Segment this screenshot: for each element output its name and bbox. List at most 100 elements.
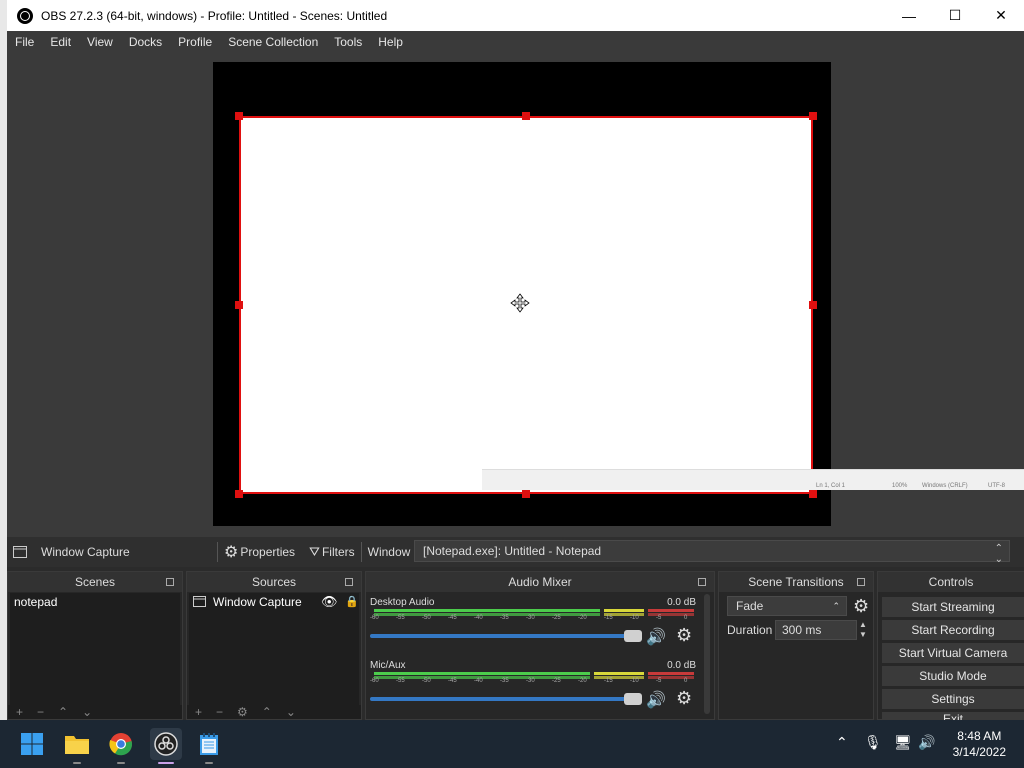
resize-handle-n[interactable] (522, 112, 530, 120)
slider-thumb[interactable] (624, 630, 642, 642)
speaker-icon[interactable]: 🔊 (646, 627, 666, 647)
gear-icon[interactable]: ⚙ (676, 625, 692, 646)
gear-icon[interactable]: ⚙ (676, 688, 692, 709)
gear-icon[interactable]: ⚙ (237, 705, 248, 719)
duration-label: Duration (727, 623, 773, 637)
meter-yellow-bar (594, 672, 644, 675)
scenes-list: notepad (10, 593, 180, 717)
move-up-icon[interactable]: ⌃ (58, 705, 68, 719)
mixer-scrollbar[interactable] (704, 594, 710, 714)
resize-handle-w[interactable] (235, 301, 243, 309)
tick-label: -50 (422, 615, 431, 621)
filters-button[interactable]: ⛛ Filters (309, 544, 355, 560)
start-recording-button[interactable]: Start Recording (882, 620, 1024, 640)
add-icon[interactable]: + (195, 705, 202, 719)
meter-yellow-bar (604, 609, 644, 612)
resize-handle-ne[interactable] (809, 112, 817, 120)
move-down-icon[interactable]: ⌄ (286, 705, 296, 719)
lock-icon[interactable]: 🔒 (345, 593, 359, 611)
add-icon[interactable]: + (16, 705, 23, 719)
window-left-edge (0, 0, 7, 720)
menu-docks[interactable]: Docks (121, 35, 170, 49)
desktop-audio-track: Desktop Audio 0.0 dB -60 -55 -50 -45 -40… (370, 597, 696, 647)
undock-icon[interactable] (345, 578, 353, 586)
scene-transitions-title: Scene Transitions (748, 575, 844, 589)
eye-icon[interactable]: 👁 (321, 593, 338, 611)
chrome-icon[interactable] (107, 730, 135, 758)
taskbar-clock[interactable]: 8:48 AM 3/14/2022 (953, 728, 1006, 760)
transition-select[interactable]: Fade ⌃⌄ (727, 596, 847, 629)
menu-help[interactable]: Help (370, 35, 411, 49)
notepad-status-encoding: UTF-8 (988, 483, 1005, 489)
menu-profile[interactable]: Profile (170, 35, 220, 49)
tick-label: -20 (578, 615, 587, 621)
minimize-button[interactable]: — (886, 0, 932, 31)
windows-start-icon[interactable] (18, 730, 46, 758)
undock-icon[interactable] (857, 578, 865, 586)
studio-mode-button[interactable]: Studio Mode (882, 666, 1024, 686)
duration-input[interactable]: 300 ms (775, 620, 857, 640)
start-virtual-camera-button[interactable]: Start Virtual Camera (882, 643, 1024, 663)
close-button[interactable]: ✕ (978, 0, 1024, 31)
resize-handle-e[interactable] (809, 301, 817, 309)
resize-handle-se[interactable] (809, 490, 817, 498)
window-select-dropdown[interactable]: [Notepad.exe]: Untitled - Notepad ⌃ ⌄ (414, 540, 1010, 565)
list-item[interactable]: Window Capture 👁 🔒 (189, 593, 359, 611)
file-explorer-icon[interactable] (63, 730, 91, 758)
updown-chevron-icon: ⌃⌄ (994, 543, 1003, 565)
menu-tools[interactable]: Tools (326, 35, 370, 49)
tick-label: 0 (684, 615, 688, 621)
tick-label: -60 (370, 678, 379, 684)
menu-bar: File Edit View Docks Profile Scene Colle… (7, 31, 1024, 52)
settings-button[interactable]: Settings (882, 689, 1024, 709)
start-streaming-button[interactable]: Start Streaming (882, 597, 1024, 617)
tick-label: -30 (526, 678, 535, 684)
menu-scene-collection[interactable]: Scene Collection (220, 35, 326, 49)
speaker-icon[interactable]: 🔊 (646, 690, 666, 710)
tick-label: -10 (630, 678, 639, 684)
microphone-icon[interactable]: 🎙 (864, 734, 882, 751)
menu-file[interactable]: File (7, 35, 42, 49)
move-up-icon[interactable]: ⌃ (262, 705, 272, 719)
maximize-button[interactable]: ☐ (932, 0, 978, 31)
running-indicator (117, 762, 125, 764)
running-indicator (73, 762, 81, 764)
meter-red-bar (648, 609, 694, 612)
list-item[interactable]: notepad (10, 593, 180, 611)
resize-handle-nw[interactable] (235, 112, 243, 120)
selected-source-name: Window Capture (41, 545, 130, 559)
volume-slider[interactable] (370, 693, 642, 705)
tick-label: -10 (630, 615, 639, 621)
properties-button[interactable]: ⚙ Properties (224, 542, 295, 562)
remove-icon[interactable]: − (216, 705, 223, 719)
sources-dock: Sources Window Capture 👁 🔒 + − ⚙ ⌃ ⌄ (186, 571, 362, 720)
obs-taskbar-icon[interactable] (150, 728, 182, 760)
volume-icon[interactable]: 🔊 (918, 734, 935, 751)
clock-date: 3/14/2022 (952, 745, 1006, 759)
undock-icon[interactable] (166, 578, 174, 586)
remove-icon[interactable]: − (37, 705, 44, 719)
gear-icon[interactable]: ⚙ (853, 596, 869, 617)
resize-handle-sw[interactable] (235, 490, 243, 498)
notepad-icon[interactable] (195, 730, 223, 758)
scenes-dock-toolbar: + − ⌃ ⌄ (8, 705, 182, 719)
tick-label: -35 (500, 678, 509, 684)
move-down-icon[interactable]: ⌄ (82, 705, 92, 719)
network-icon[interactable]: 🖥 (894, 734, 912, 751)
undock-icon[interactable] (698, 578, 706, 586)
audio-mixer-header: Audio Mixer (366, 572, 714, 592)
meter-red-bar (648, 672, 694, 675)
menu-view[interactable]: View (79, 35, 121, 49)
scene-transitions-dock: Scene Transitions Fade ⌃⌄ ⚙ Duration 300… (718, 571, 874, 720)
resize-handle-s[interactable] (522, 490, 530, 498)
scenes-dock-header: Scenes (8, 572, 182, 592)
menu-edit[interactable]: Edit (42, 35, 79, 49)
slider-thumb[interactable] (624, 693, 642, 705)
notepad-status-bar: Ln 1, Col 1 100% Windows (CRLF) UTF-8 (482, 469, 1024, 490)
tick-label: -25 (552, 678, 561, 684)
chevron-up-icon[interactable]: ⌃ (836, 734, 848, 751)
volume-slider[interactable] (370, 630, 642, 642)
tick-label: -40 (474, 678, 483, 684)
tick-label: -25 (552, 615, 561, 621)
spin-arrows-icon[interactable]: ▲ ▼ (859, 620, 867, 640)
